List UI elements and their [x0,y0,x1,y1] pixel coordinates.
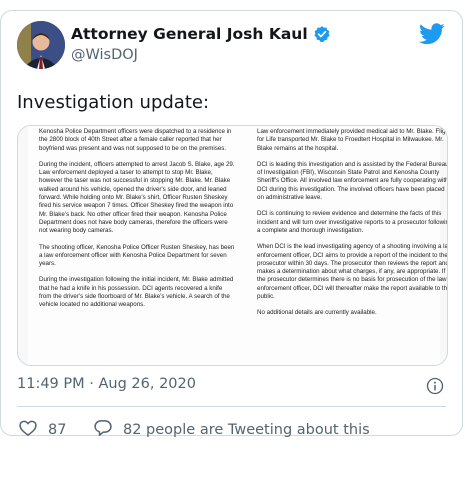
tweet-text: Investigation update: [17,92,210,113]
author-name[interactable]: Attorney General Josh Kaul [71,25,308,43]
speech-bubble-icon [93,418,113,442]
like-count: 87 [48,422,67,438]
investigation-document: Kenosha Police Department officers were … [28,126,447,365]
tweeting-about-this-label: 82 people are Tweeting about this [123,422,370,438]
heart-icon [18,418,38,442]
like-button[interactable]: 87 [18,418,66,442]
tweet-card[interactable]: Attorney General Josh Kaul @WisDOJ Inves… [0,10,463,438]
document-paragraph: During the incident, officers attempted … [39,160,235,235]
document-paragraph: When DCI is the lead investigating agenc… [257,243,448,301]
document-paragraph: Law enforcement immediately provided med… [257,128,448,152]
document-paragraph: DCI is continuing to review evidence and… [257,210,448,234]
document-paragraph: No additional details are currently avai… [257,309,377,317]
document-left-column: Kenosha Police Department officers were … [39,128,235,318]
tweeting-about-this-link[interactable]: 82 people are Tweeting about this [93,418,370,442]
twitter-bird-icon[interactable] [419,23,445,45]
document-paragraph: During the investigation following the i… [39,276,234,309]
tweet-timestamp[interactable]: 11:49 PM · Aug 26, 2020 [17,376,196,392]
tweet-image[interactable]: Kenosha Police Department officers were … [17,125,448,366]
document-paragraph: The shooting officer, Kenosha Police Off… [39,243,235,268]
divider [17,406,446,407]
author-handle[interactable]: @WisDOJ [71,47,138,63]
info-icon[interactable] [426,377,444,395]
verified-badge-icon [313,25,331,43]
avatar[interactable] [17,21,65,69]
document-right-column: Law enforcement immediately provided med… [257,128,448,326]
author-name-row[interactable]: Attorney General Josh Kaul [71,25,331,43]
document-paragraph: DCI is leading this investigation and is… [257,160,448,202]
document-paragraph: Kenosha Police Department officers were … [39,128,232,152]
profile-photo [17,21,65,69]
